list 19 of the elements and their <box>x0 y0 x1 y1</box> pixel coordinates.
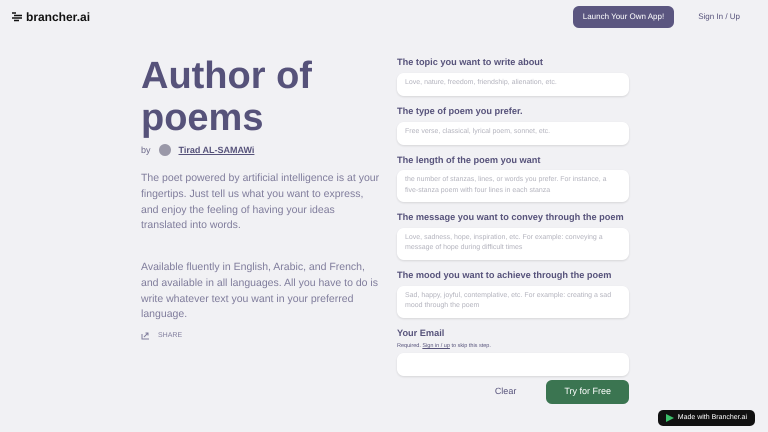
logo-text[interactable]: brancher.ai <box>26 8 90 26</box>
author-link[interactable]: Tirad AL-SAMAWi <box>178 144 254 158</box>
field-label: The type of poem you prefer. <box>397 104 524 118</box>
field-label: The length of the poem you want <box>397 154 542 167</box>
email-field[interactable] <box>397 353 629 376</box>
description-paragraph: The poet powered by artificial intelligence is at your fingertips. Just tell us what you want to express, and enjoy the feeling of having your ideas translated into words. <box>141 171 380 234</box>
field-label: The mood you want to achieve through the poem <box>397 269 612 282</box>
description-paragraph: Available fluently in English, Arabic, and French, and available in all languages. All you have to do is write whatever text you want in your preferred language. <box>141 260 379 322</box>
clear-button[interactable]: Clear <box>488 384 522 400</box>
share-icon[interactable] <box>141 332 150 340</box>
field-label: The message you want to convey through the poem <box>397 211 625 224</box>
avatar-icon <box>158 144 171 156</box>
launch-app-button[interactable]: Launch Your Own App! <box>572 6 674 28</box>
try-for-free-button[interactable]: Try for Free <box>546 380 629 404</box>
sign-in-link[interactable]: Sign In / Up <box>698 11 740 23</box>
page-title: Author of poems <box>141 56 313 140</box>
field-label: The topic you want to write about <box>397 56 544 69</box>
field-label: Your Email <box>397 326 446 340</box>
by-label: by <box>141 144 151 157</box>
